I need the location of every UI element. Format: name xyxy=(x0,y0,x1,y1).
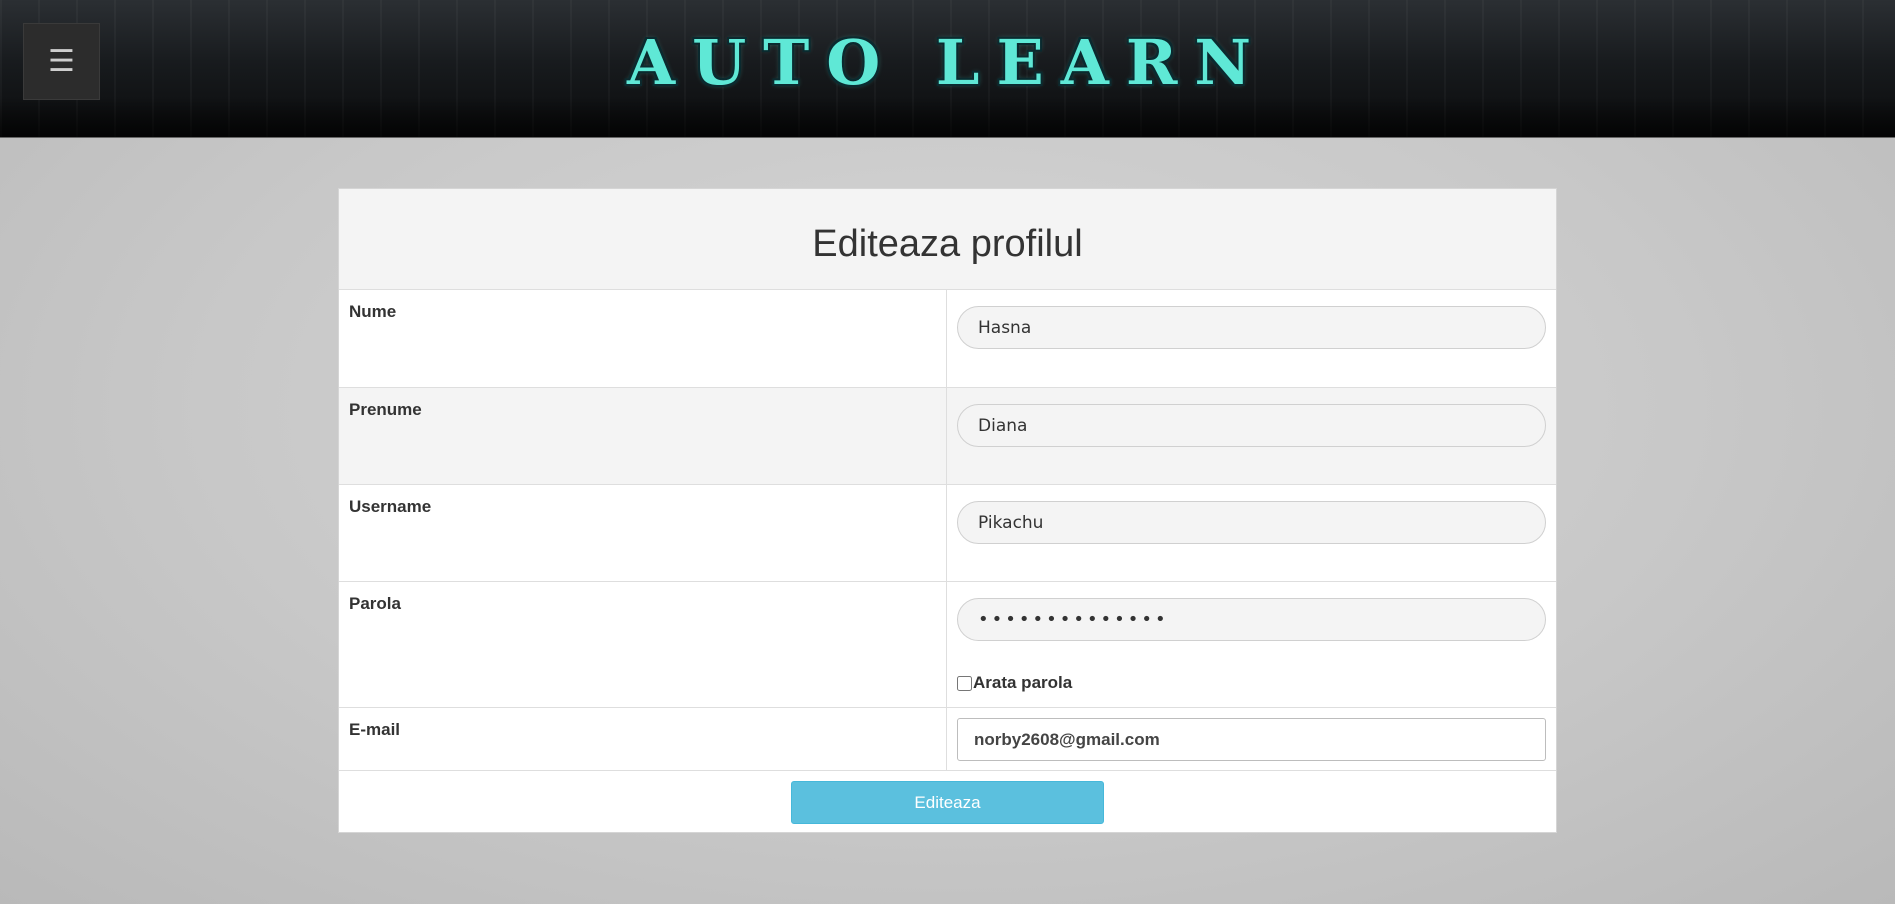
username-input[interactable] xyxy=(957,501,1546,544)
username-label: Username xyxy=(339,485,947,581)
prenume-input[interactable] xyxy=(957,404,1546,447)
show-password-checkbox[interactable] xyxy=(957,675,972,691)
site-header: ☰ AUTO LEARN xyxy=(0,0,1895,138)
nume-input[interactable] xyxy=(957,306,1546,349)
row-parola: Parola Arata parola xyxy=(339,582,1556,708)
row-email: E-mail xyxy=(339,708,1556,771)
prenume-label: Prenume xyxy=(339,388,947,484)
row-prenume: Prenume xyxy=(339,388,1556,485)
username-field-cell xyxy=(947,485,1556,581)
parola-label: Parola xyxy=(339,582,947,707)
site-logo: AUTO LEARN xyxy=(626,26,1269,99)
show-password-toggle[interactable]: Arata parola xyxy=(957,673,1546,693)
row-nume: Nume xyxy=(339,290,1556,388)
editeaza-button[interactable]: Editeaza xyxy=(791,781,1104,824)
email-label: E-mail xyxy=(339,708,947,770)
parola-input[interactable] xyxy=(957,598,1546,641)
submit-area: Editeaza xyxy=(339,771,1556,824)
edit-profile-form: Editeaza profilul Nume Prenume Username … xyxy=(338,188,1557,833)
parola-field-cell: Arata parola xyxy=(947,582,1556,707)
prenume-field-cell xyxy=(947,388,1556,484)
email-field-cell xyxy=(947,708,1556,770)
show-password-label: Arata parola xyxy=(973,673,1073,692)
email-input[interactable] xyxy=(957,718,1546,761)
nume-field-cell xyxy=(947,290,1556,387)
page-title: Editeaza profilul xyxy=(339,189,1556,290)
row-username: Username xyxy=(339,485,1556,582)
nume-label: Nume xyxy=(339,290,947,387)
